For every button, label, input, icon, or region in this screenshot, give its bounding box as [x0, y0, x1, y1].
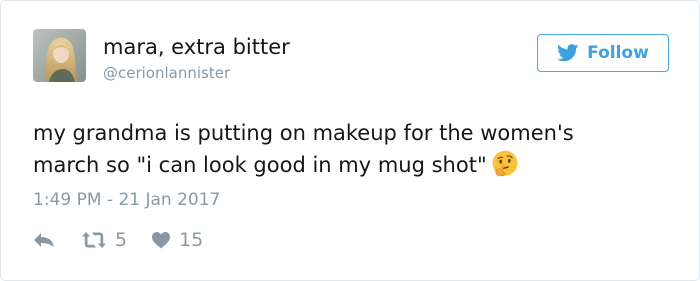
like-button[interactable]: 15 — [151, 229, 203, 251]
retweet-count: 5 — [115, 229, 128, 251]
tweet-text-line-2: march so "i can look good in my mug shot… — [33, 149, 673, 181]
like-count: 15 — [179, 229, 204, 251]
tweet-card: mara, extra bitter @cerionlannister Foll… — [0, 0, 700, 281]
timestamp[interactable]: 1:49 PM - 21 Jan 2017 — [33, 189, 220, 211]
user-handle[interactable]: @cerionlannister — [103, 64, 230, 82]
retweet-button[interactable]: 5 — [81, 229, 127, 251]
avatar-image — [33, 29, 86, 82]
retweet-icon — [82, 232, 106, 248]
thinking-face-icon — [492, 150, 518, 177]
avatar[interactable] — [33, 29, 86, 82]
twitter-bird-icon — [557, 44, 579, 62]
follow-label: Follow — [587, 43, 649, 63]
follow-button[interactable]: Follow — [537, 34, 669, 72]
reply-icon — [34, 233, 54, 247]
tweet-text: my grandma is putting on makeup for the … — [33, 117, 673, 181]
display-name[interactable]: mara, extra bitter — [103, 34, 290, 60]
tweet-text-line-1: my grandma is putting on makeup for the … — [33, 121, 574, 145]
heart-icon — [152, 232, 171, 249]
tweet-text-line-2-content: march so "i can look good in my mug shot… — [33, 153, 487, 177]
reply-button[interactable] — [33, 232, 55, 248]
tweet-actions: 5 15 — [33, 226, 203, 254]
